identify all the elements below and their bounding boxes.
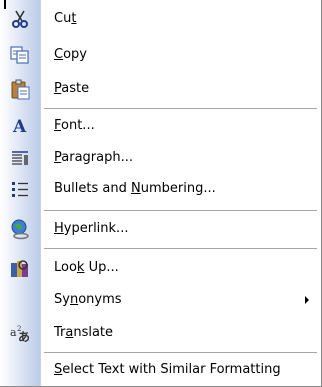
menu-separator [44, 352, 317, 353]
menu-item-hyperlink[interactable]: Hyperlink... [0, 214, 321, 244]
paste-icon [8, 78, 32, 100]
bullets-icon [8, 178, 32, 200]
submenu-arrow-icon [305, 296, 309, 304]
font-icon: A [8, 115, 32, 137]
menu-item-look-up[interactable]: Look Up... [0, 253, 321, 283]
menu-item-translate[interactable]: a 2 あ Translate [0, 318, 321, 348]
context-menu: Cut Copy Paste A Font... Paragraph... Bu… [0, 0, 322, 387]
menu-item-label: Copy [54, 47, 87, 62]
scissors-icon [8, 8, 32, 30]
menu-separator [44, 248, 317, 249]
menu-item-label: Translate [54, 325, 114, 340]
paragraph-icon [8, 147, 32, 169]
menu-item-label: Paragraph... [54, 150, 133, 165]
menu-item-label: Synonyms [54, 292, 122, 307]
svg-text:A: A [12, 117, 27, 136]
menu-item-cut[interactable]: Cut [0, 4, 321, 34]
menu-item-label: Font... [54, 118, 95, 133]
menu-item-label: Paste [54, 81, 90, 96]
menu-item-synonyms[interactable]: Synonyms [0, 285, 321, 315]
hyperlink-icon [8, 218, 32, 240]
menu-item-label: Hyperlink... [54, 221, 129, 236]
menu-separator [44, 210, 317, 211]
menu-item-select-similar-formatting[interactable]: Select Text with Similar Formatting [0, 355, 321, 385]
menu-item-paragraph[interactable]: Paragraph... [0, 143, 321, 173]
svg-text:あ: あ [18, 330, 30, 343]
menu-item-label: Bullets and Numbering... [54, 181, 216, 196]
menu-item-copy[interactable]: Copy [0, 40, 321, 70]
menu-separator [44, 108, 317, 109]
copy-icon [8, 44, 32, 66]
menu-item-label: Select Text with Similar Formatting [54, 362, 281, 377]
research-icon [8, 257, 32, 279]
menu-item-bullets-numbering[interactable]: Bullets and Numbering... [0, 174, 321, 204]
menu-item-font[interactable]: A Font... [0, 111, 321, 141]
menu-item-label: Look Up... [54, 260, 119, 275]
translate-icon: a 2 あ [8, 322, 32, 344]
svg-text:a: a [10, 326, 17, 339]
menu-item-label: Cut [54, 11, 77, 26]
menu-item-paste[interactable]: Paste [0, 74, 321, 104]
